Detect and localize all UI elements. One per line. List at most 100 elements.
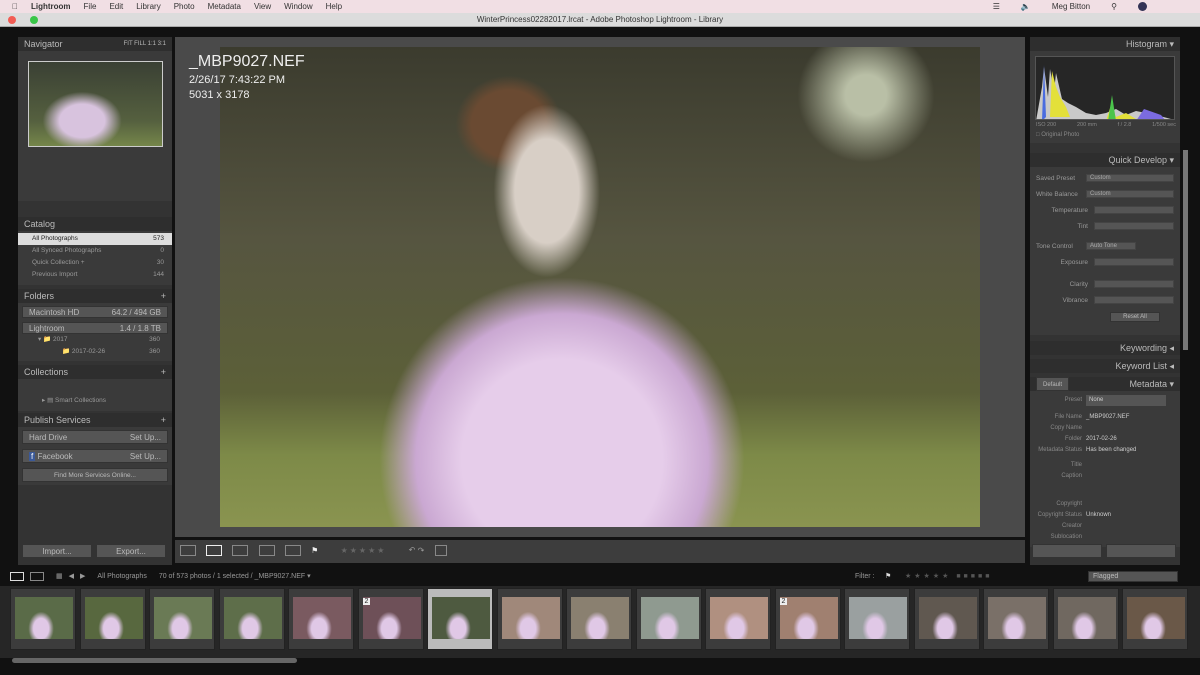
filmstrip-thumbnail[interactable]: 2 <box>774 588 841 650</box>
clarity-buttons[interactable] <box>1094 280 1174 288</box>
add-folder-icon[interactable]: + <box>161 289 166 303</box>
sync-metadata-button[interactable] <box>1032 544 1102 558</box>
add-collection-icon[interactable]: + <box>161 365 166 379</box>
metadata-field[interactable]: Copy Name <box>1030 423 1180 434</box>
find-more-services-button[interactable]: Find More Services Online... <box>22 468 168 482</box>
menu-help[interactable]: Help <box>326 2 342 11</box>
menu-file[interactable]: File <box>84 2 97 11</box>
people-view-icon[interactable] <box>284 545 301 556</box>
close-window-button[interactable] <box>8 16 16 24</box>
forward-arrow-icon[interactable]: ▶ <box>80 572 85 580</box>
filmstrip-thumbnail[interactable] <box>10 588 76 650</box>
metadata-field[interactable]: Creator <box>1030 521 1180 532</box>
publish-hard-drive[interactable]: Hard Drive Set Up... <box>22 430 168 444</box>
second-window-icon[interactable] <box>30 571 44 581</box>
quick-develop-header[interactable]: Quick Develop ▾ <box>1030 153 1180 167</box>
collections-header[interactable]: Collections + <box>18 365 172 379</box>
filmstrip-thumbnail[interactable]: 2 <box>357 588 424 650</box>
metadata-field[interactable]: Metadata Status Has been changed <box>1030 445 1180 456</box>
filmstrip-thumbnail[interactable] <box>218 588 285 650</box>
folders-header[interactable]: Folders + <box>18 289 172 303</box>
filmstrip-thumbnail[interactable] <box>844 588 910 650</box>
catalog-item[interactable]: Quick Collection +30 <box>18 257 172 269</box>
filmstrip-thumbnail[interactable] <box>705 588 771 650</box>
menu-view[interactable]: View <box>254 2 271 11</box>
grid-view-icon[interactable] <box>180 545 196 556</box>
saved-preset-select[interactable]: Custom <box>1086 174 1174 182</box>
catalog-item[interactable]: All Synced Photographs 0 <box>18 245 172 257</box>
menu-photo[interactable]: Photo <box>174 2 195 11</box>
flag-icon[interactable]: ⚑ <box>311 546 318 555</box>
loupe-view-icon[interactable] <box>206 545 223 556</box>
volume-item[interactable]: Macintosh HD 64.2 / 494 GB <box>22 306 168 318</box>
metadata-field[interactable]: Caption <box>1030 471 1180 499</box>
reset-all-button[interactable]: Reset All <box>1110 312 1160 322</box>
metadata-field[interactable]: Title <box>1030 460 1180 471</box>
filmstrip-thumbnail[interactable] <box>635 588 702 650</box>
sync-settings-button[interactable] <box>1106 544 1176 558</box>
filmstrip-thumbnail[interactable] <box>427 588 493 650</box>
metadata-field[interactable]: Sublocation <box>1030 532 1180 543</box>
wifi-icon[interactable]: ☰ <box>993 2 1000 11</box>
temperature-buttons[interactable] <box>1094 206 1174 214</box>
metadata-preset-select[interactable]: Default <box>1036 377 1070 391</box>
right-panel-scrollbar[interactable] <box>1183 150 1188 350</box>
menu-metadata[interactable]: Metadata <box>208 2 241 11</box>
navigator-preview[interactable] <box>18 51 172 201</box>
import-button[interactable]: Import... <box>22 544 92 558</box>
rotate-right-icon[interactable]: ↷ <box>418 546 425 555</box>
tint-buttons[interactable] <box>1094 222 1174 230</box>
filmstrip-thumbnail[interactable] <box>79 588 146 650</box>
volume-icon[interactable]: 🔈 <box>1021 2 1031 11</box>
catalog-header[interactable]: Catalog <box>18 217 172 231</box>
siri-icon[interactable] <box>1138 2 1147 11</box>
export-button[interactable]: Export... <box>96 544 166 558</box>
rotate-left-icon[interactable]: ↶ <box>409 546 416 555</box>
back-arrow-icon[interactable]: ◀ <box>69 572 74 580</box>
vibrance-buttons[interactable] <box>1094 296 1174 304</box>
apple-icon[interactable]:  <box>12 2 18 11</box>
metadata-field[interactable]: Copyright Status Unknown <box>1030 510 1180 521</box>
navigator-thumbnail[interactable] <box>28 61 163 147</box>
catalog-item[interactable]: Previous Import 144 <box>18 269 172 281</box>
crop-overlay-icon[interactable] <box>434 545 447 556</box>
zoom-window-button[interactable] <box>30 16 38 24</box>
menu-window[interactable]: Window <box>284 2 312 11</box>
filmstrip-scrollbar[interactable] <box>12 658 297 663</box>
menu-app[interactable]: Lightroom <box>31 2 71 11</box>
filmstrip-thumbnail[interactable] <box>149 588 215 650</box>
filmstrip-thumbnail[interactable] <box>983 588 1049 650</box>
collection-item[interactable]: ▸ ▤ Smart Collections <box>18 395 172 407</box>
metadata-field[interactable]: File Name _MBP9027.NEF <box>1030 412 1180 423</box>
filmstrip-thumbnail[interactable] <box>1122 588 1188 650</box>
add-publish-icon[interactable]: + <box>161 413 166 427</box>
survey-view-icon[interactable] <box>258 545 275 556</box>
filmstrip-source[interactable]: All Photographs <box>97 573 146 580</box>
exposure-buttons[interactable] <box>1094 258 1174 266</box>
folder-item[interactable]: ▾ 📁 2017 360 <box>22 334 168 346</box>
filmstrip-thumbnail[interactable] <box>288 588 354 650</box>
filmstrip-status[interactable]: 70 of 573 photos / 1 selected / _MBP9027… <box>159 573 305 580</box>
keywording-header[interactable]: Keywording ◂ <box>1030 341 1180 355</box>
metadata-header[interactable]: Default Metadata ▾ <box>1030 377 1180 391</box>
metadata-preset-dropdown[interactable]: None <box>1086 395 1166 406</box>
filter-stars[interactable]: ★★★★★ ■■■■■ <box>905 572 992 580</box>
metadata-field[interactable]: Folder 2017-02-26 <box>1030 434 1180 445</box>
folder-item[interactable]: 📁 2017-02-26 360 <box>22 346 168 358</box>
publish-services-header[interactable]: Publish Services + <box>18 413 172 427</box>
filter-preset-select[interactable]: Flagged <box>1088 570 1178 582</box>
catalog-item[interactable]: All Photographs 573 <box>18 233 172 245</box>
filmstrip-thumbnail[interactable] <box>496 588 563 650</box>
volume-item[interactable]: Lightroom 1.4 / 1.8 TB <box>22 322 168 334</box>
user-name[interactable]: Meg Bitton <box>1052 2 1090 11</box>
menu-library[interactable]: Library <box>136 2 160 11</box>
keyword-list-header[interactable]: Keyword List ◂ <box>1030 359 1180 373</box>
original-photo-checkbox[interactable]: □ Original Photo <box>1036 132 1079 138</box>
filter-flag-icon[interactable]: ⚑ <box>885 572 891 580</box>
publish-facebook[interactable]: f Facebook Set Up... <box>22 449 168 463</box>
filmstrip-thumbnail[interactable] <box>1052 588 1119 650</box>
star-rating[interactable]: ★★★★★ <box>341 546 387 555</box>
white-balance-select[interactable]: Custom <box>1086 190 1174 198</box>
search-icon[interactable]: ⚲ <box>1111 2 1117 11</box>
compare-view-icon[interactable] <box>232 545 249 556</box>
